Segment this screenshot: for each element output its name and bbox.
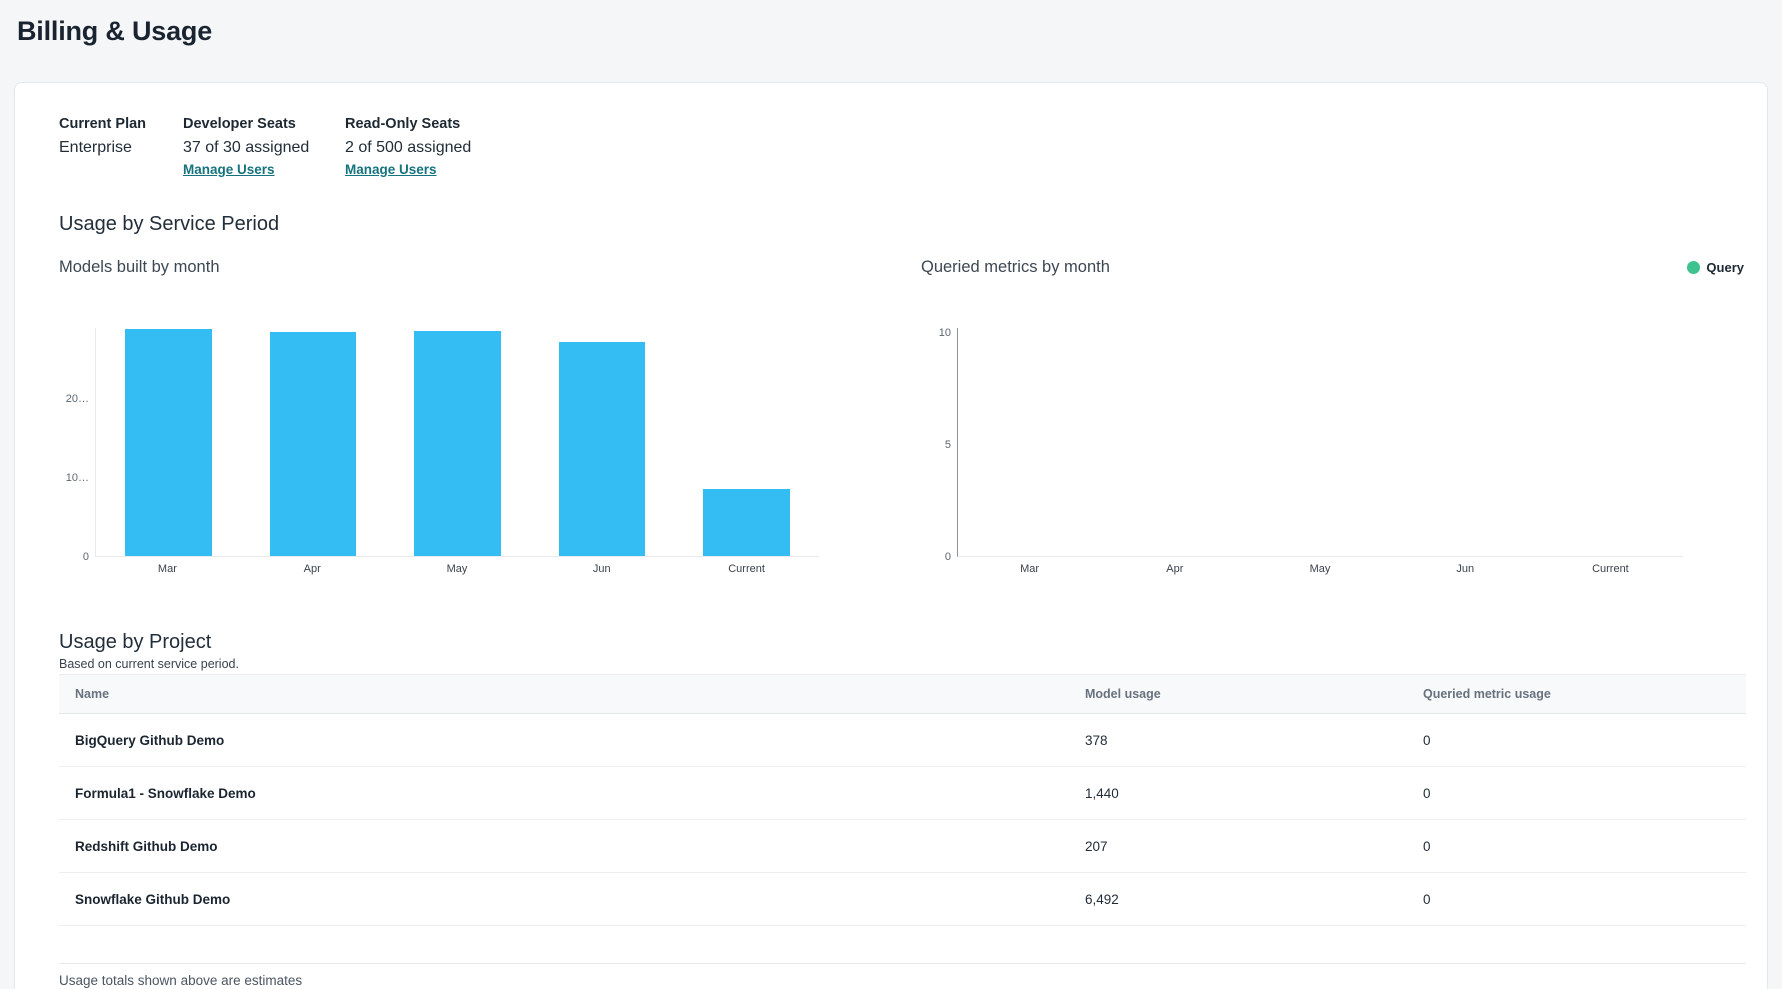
column-header-name: Name	[59, 687, 1069, 701]
x-axis-label: Apr	[240, 563, 385, 575]
column-header-model-usage: Model usage	[1069, 687, 1407, 701]
x-axis-label: May	[1247, 563, 1392, 575]
bar-slot	[1103, 328, 1248, 556]
y-axis: 0510	[921, 328, 957, 557]
bar-may	[414, 331, 501, 556]
developer-seats-value: 37 of 30 assigned	[183, 139, 345, 157]
readonly-seats-label: Read-Only Seats	[345, 116, 471, 132]
y-tick-label: 5	[945, 438, 951, 452]
bar-jun	[559, 342, 646, 556]
queried-metric-usage-cell: 0	[1407, 839, 1746, 854]
readonly-seats-column: Read-Only Seats 2 of 500 assigned Manage…	[345, 116, 471, 179]
table-body: BigQuery Github Demo 378 0 Formula1 - Sn…	[59, 714, 1746, 926]
model-usage-cell: 207	[1069, 839, 1407, 854]
queried-metrics-plot-area	[957, 328, 1683, 557]
y-tick-label: 10…	[66, 471, 89, 485]
y-tick-label: 20…	[66, 392, 89, 406]
bar-slot	[241, 328, 386, 556]
y-axis: 010…20…	[59, 328, 95, 557]
project-name-cell: Formula1 - Snowflake Demo	[59, 786, 1069, 801]
queried-metric-usage-cell: 0	[1407, 892, 1746, 907]
column-header-queried-metric-usage: Queried metric usage	[1407, 687, 1746, 701]
models-built-plot-area	[95, 328, 819, 557]
model-usage-cell: 6,492	[1069, 892, 1407, 907]
bar-slot	[1393, 328, 1538, 556]
billing-card: Current Plan Enterprise Developer Seats …	[14, 82, 1768, 989]
models-built-chart: Models built by month 0 10… 20… MarAprMayJ…	[59, 258, 819, 575]
usage-by-service-period-heading: Usage by Service Period	[59, 213, 1744, 236]
legend-item-query[interactable]: Query	[1687, 260, 1744, 275]
table-row: Redshift Github Demo 207 0	[59, 820, 1746, 873]
usage-by-project-table: Name Model usage Queried metric usage Bi…	[59, 674, 1746, 926]
x-axis-label: Jun	[1393, 563, 1538, 575]
legend-dot-icon	[1687, 261, 1700, 274]
developer-seats-label: Developer Seats	[183, 116, 345, 132]
x-axis: MarAprMayJunCurrent	[95, 557, 819, 575]
queried-metrics-chart: Queried metrics by month 0 5 10 MarAprMayJ…	[921, 258, 1683, 575]
bar-slot	[958, 328, 1103, 556]
table-header-row: Name Model usage Queried metric usage	[59, 674, 1746, 714]
current-plan-label: Current Plan	[59, 116, 183, 132]
readonly-seats-value: 2 of 500 assigned	[345, 139, 471, 157]
x-axis: MarAprMayJunCurrent	[957, 557, 1683, 575]
bar-current	[703, 489, 790, 556]
project-name-cell: Redshift Github Demo	[59, 839, 1069, 854]
x-axis-label: Apr	[1102, 563, 1247, 575]
charts-row: Models built by month 010…20… MarAprMayJ…	[59, 258, 1744, 575]
x-axis-label: Mar	[957, 563, 1102, 575]
bar-slot	[530, 328, 675, 556]
bar-slot	[96, 328, 241, 556]
model-usage-cell: 378	[1069, 733, 1407, 748]
bar-mar	[125, 329, 212, 556]
project-name-cell: BigQuery Github Demo	[59, 733, 1069, 748]
table-row: Snowflake Github Demo 6,492 0	[59, 873, 1746, 926]
table-row: BigQuery Github Demo 378 0	[59, 714, 1746, 767]
bar-slot	[1248, 328, 1393, 556]
usage-estimates-note: Usage totals shown above are estimates	[59, 964, 1744, 988]
x-axis-label: Jun	[529, 563, 674, 575]
usage-by-project-subtitle: Based on current service period.	[59, 657, 1744, 671]
current-plan-column: Current Plan Enterprise	[59, 116, 183, 179]
queried-metric-usage-cell: 0	[1407, 733, 1746, 748]
model-usage-cell: 1,440	[1069, 786, 1407, 801]
bar-slot	[1538, 328, 1683, 556]
project-name-cell: Snowflake Github Demo	[59, 892, 1069, 907]
legend-label: Query	[1706, 260, 1744, 275]
x-axis-label: Current	[674, 563, 819, 575]
developer-seats-column: Developer Seats 37 of 30 assigned Manage…	[183, 116, 345, 179]
y-tick-label: 0	[83, 550, 89, 564]
bar-slot	[674, 328, 819, 556]
x-axis-label: Current	[1538, 563, 1683, 575]
bar-slot	[385, 328, 530, 556]
bar-apr	[270, 332, 357, 556]
y-tick-label: 0	[945, 550, 951, 564]
table-row: Formula1 - Snowflake Demo 1,440 0	[59, 767, 1746, 820]
plan-summary: Current Plan Enterprise Developer Seats …	[59, 116, 1744, 179]
usage-by-project-heading: Usage by Project	[59, 631, 1744, 654]
x-axis-label: Mar	[95, 563, 240, 575]
manage-users-link-developer[interactable]: Manage Users	[183, 162, 275, 177]
current-plan-value: Enterprise	[59, 139, 183, 157]
queried-metric-usage-cell: 0	[1407, 786, 1746, 801]
y-tick-label: 10	[939, 326, 951, 340]
x-axis-label: May	[385, 563, 530, 575]
models-built-chart-title: Models built by month	[59, 258, 819, 280]
page-title: Billing & Usage	[17, 16, 212, 47]
manage-users-link-readonly[interactable]: Manage Users	[345, 162, 437, 177]
queried-metrics-chart-title: Queried metrics by month	[921, 258, 1683, 280]
